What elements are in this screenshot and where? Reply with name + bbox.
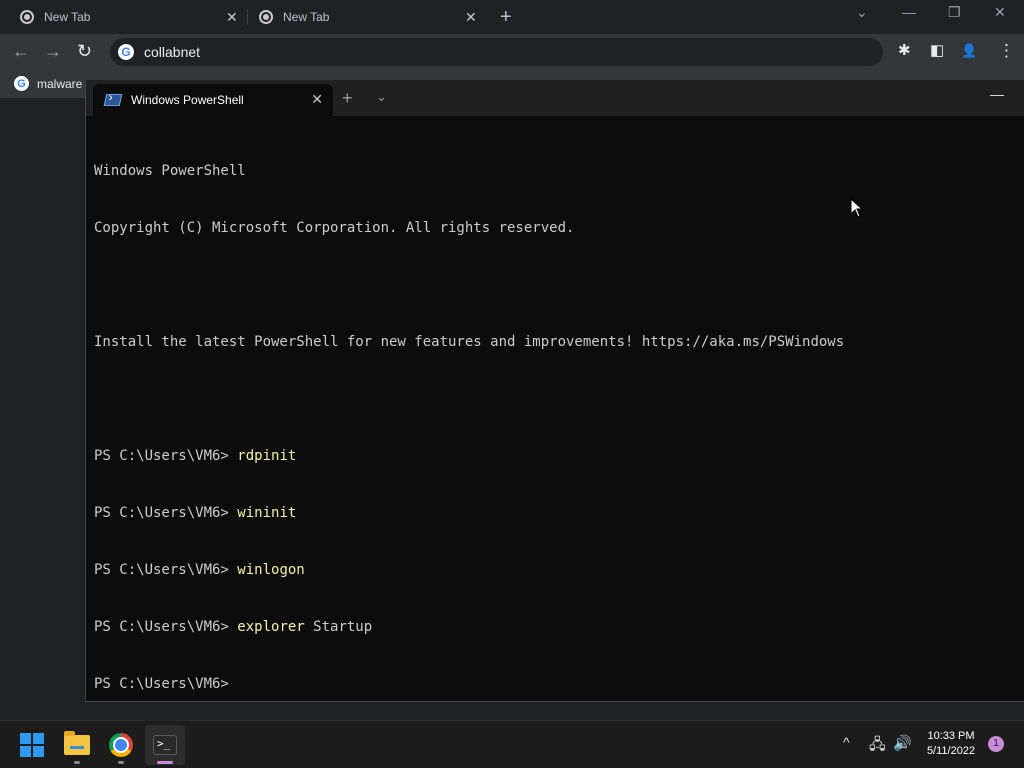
terminal-line: PS C:\Users\VM6> xyxy=(94,675,1016,694)
terminal-line: PS C:\Users\VM6> winlogon xyxy=(94,561,1016,580)
new-tab-button[interactable]: + xyxy=(500,6,512,29)
terminal-line: PS C:\Users\VM6> wininit xyxy=(94,504,1016,523)
terminal-line: Copyright (C) Microsoft Corporation. All… xyxy=(94,220,575,236)
system-clock[interactable]: 10:33 PM 5/11/2022 xyxy=(916,729,986,759)
network-icon[interactable]: 🖧 xyxy=(869,734,886,759)
profile-icon[interactable]: 👤 xyxy=(961,43,977,59)
google-g-icon: G xyxy=(118,44,134,60)
windows-logo-icon xyxy=(20,733,44,757)
tray-overflow-chevron-icon[interactable]: ^ xyxy=(843,734,850,750)
tab-separator xyxy=(247,9,248,25)
tab-search-icon[interactable]: ⌄ xyxy=(856,4,868,21)
minimize-icon[interactable]: — xyxy=(902,4,916,20)
close-tab-icon[interactable]: ✕ xyxy=(465,9,477,26)
terminal-minimize-icon[interactable]: — xyxy=(990,86,1004,102)
side-panel-icon[interactable]: ◧ xyxy=(930,43,944,59)
folder-icon xyxy=(64,731,90,755)
forward-button[interactable]: → xyxy=(44,42,62,60)
back-button[interactable]: ← xyxy=(12,42,30,60)
terminal-tab[interactable]: Windows PowerShell ✕ xyxy=(93,84,333,116)
terminal-new-tab-button[interactable]: + xyxy=(342,88,353,109)
reload-button[interactable]: ↻ xyxy=(77,42,92,60)
tab-label: New Tab xyxy=(44,10,91,24)
browser-tab-2[interactable]: New Tab ✕ xyxy=(259,0,484,34)
mouse-cursor-icon xyxy=(850,198,864,218)
terminal-line: Install the latest PowerShell for new fe… xyxy=(94,334,845,350)
terminal-window: Windows PowerShell ✕ + ⌄ — Windows Power… xyxy=(85,80,1024,702)
terminal-titlebar: Windows PowerShell ✕ + ⌄ — xyxy=(86,80,1024,116)
running-indicator xyxy=(74,761,80,764)
close-window-icon[interactable]: ✕ xyxy=(994,4,1006,21)
address-text: collabnet xyxy=(144,44,201,60)
prompt: PS C:\Users\VM6> xyxy=(94,448,238,464)
bookmark-label: malware xyxy=(37,76,83,91)
chrome-favicon-icon xyxy=(259,10,273,24)
taskbar-chrome[interactable] xyxy=(101,725,141,765)
taskbar-file-explorer[interactable] xyxy=(57,725,97,765)
command: rdpinit xyxy=(237,448,297,464)
command: winlogon xyxy=(237,562,305,578)
restore-icon[interactable]: ❐ xyxy=(948,4,961,21)
volume-icon[interactable]: 🔊 xyxy=(893,734,912,752)
command-argument: Startup xyxy=(304,619,373,635)
terminal-tab-label: Windows PowerShell xyxy=(131,93,244,107)
chrome-favicon-icon xyxy=(20,10,34,24)
clock-time: 10:33 PM xyxy=(927,730,975,742)
taskbar-terminal[interactable]: >_ xyxy=(145,725,185,765)
clock-date: 5/11/2022 xyxy=(926,745,976,757)
terminal-line: Windows PowerShell xyxy=(94,163,246,179)
prompt: PS C:\Users\VM6> xyxy=(94,562,238,578)
google-g-icon: G xyxy=(14,76,29,91)
chrome-icon xyxy=(109,733,133,757)
notification-badge[interactable]: 1 xyxy=(988,736,1004,752)
running-indicator xyxy=(118,761,124,764)
prompt: PS C:\Users\VM6> xyxy=(94,676,229,692)
bookmark-malware[interactable]: G malware xyxy=(14,76,82,91)
address-bar[interactable]: G collabnet xyxy=(110,38,883,66)
terminal-line: PS C:\Users\VM6> rdpinit xyxy=(94,447,1016,466)
taskbar: >_ ^ 🖧 🔊 10:33 PM 5/11/2022 1 xyxy=(0,720,1024,768)
prompt: PS C:\Users\VM6> xyxy=(94,505,238,521)
tab-label: New Tab xyxy=(283,10,330,24)
terminal-dropdown-icon[interactable]: ⌄ xyxy=(376,89,387,105)
running-indicator xyxy=(157,761,173,764)
terminal-icon: >_ xyxy=(153,735,177,755)
extensions-icon[interactable]: ✱ xyxy=(898,43,911,59)
terminal-line: PS C:\Users\VM6> explorer Startup xyxy=(94,618,1016,637)
browser-tab-1[interactable]: New Tab ✕ xyxy=(20,0,245,34)
start-button[interactable] xyxy=(12,725,52,765)
close-terminal-tab-icon[interactable]: ✕ xyxy=(311,91,323,108)
browser-toolbar: ← → ↻ G collabnet ✱ ◧ 👤 ⋮ xyxy=(0,34,1024,70)
prompt: PS C:\Users\VM6> xyxy=(94,619,238,635)
command: explorer xyxy=(237,619,305,635)
command: wininit xyxy=(237,505,297,521)
browser-tabstrip: New Tab ✕ New Tab ✕ + ⌄ — ❐ ✕ xyxy=(0,0,1024,34)
terminal-output[interactable]: Windows PowerShell Copyright (C) Microso… xyxy=(94,124,1016,732)
powershell-icon xyxy=(103,94,123,106)
menu-icon[interactable]: ⋮ xyxy=(998,42,1015,59)
close-tab-icon[interactable]: ✕ xyxy=(226,9,238,26)
